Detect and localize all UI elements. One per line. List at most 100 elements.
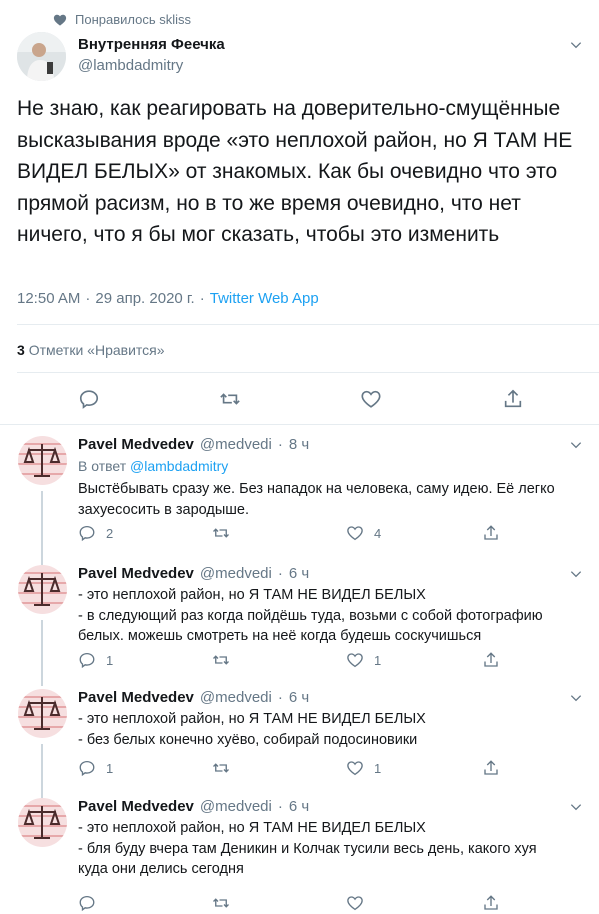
reply-icon <box>79 652 95 669</box>
reply-line: - это неплохой район, но Я ТАМ НЕ ВИДЕЛ … <box>78 711 426 727</box>
reply-text: - это неплохой район, но Я ТАМ НЕ ВИДЕЛ … <box>78 585 588 647</box>
reply-header: Pavel Medvedev @medvedi · 6 ч <box>78 565 310 582</box>
like-button[interactable] <box>358 386 384 412</box>
reply-button[interactable]: 2 <box>78 524 113 542</box>
thread-line <box>41 491 43 560</box>
reply-author-name[interactable]: Pavel Medvedev <box>78 689 194 706</box>
thread-line <box>41 620 43 686</box>
reply-author-handle[interactable]: @medvedi <box>200 798 272 815</box>
reply-button[interactable]: 1 <box>78 651 113 669</box>
meta-separator: · <box>199 290 205 307</box>
reply-tweet[interactable]: Pavel Medvedev @medvedi · 6 ч - это непл… <box>0 798 599 914</box>
reply-line: - бля буду вчера там Деникин и Колчак ту… <box>78 840 537 857</box>
share-button[interactable] <box>482 651 500 669</box>
chevron-down-icon[interactable] <box>569 38 583 52</box>
like-count: 1 <box>374 652 382 668</box>
reply-actions: 2 4 <box>78 524 518 544</box>
reply-time[interactable]: 8 ч <box>289 436 309 453</box>
reply-line: белых. можешь смотреть на неё когда буде… <box>78 628 482 644</box>
likes-summary[interactable]: 3 Отметки «Нравится» <box>17 342 165 358</box>
reply-icon <box>79 895 95 912</box>
thread-line <box>41 556 43 565</box>
chevron-down-icon[interactable] <box>569 567 583 581</box>
like-button[interactable] <box>346 894 364 912</box>
reply-time[interactable]: 6 ч <box>289 689 309 706</box>
tweet-meta: 12:50 AM · 29 апр. 2020 г. · Twitter Web… <box>17 290 319 307</box>
reply-avatar[interactable] <box>18 798 67 847</box>
heart-outline-icon <box>347 653 363 668</box>
reply-to-handle[interactable]: @lambdadmitry <box>130 458 228 474</box>
reply-header: Pavel Medvedev @medvedi · 6 ч <box>78 798 310 815</box>
likes-count: 3 <box>17 342 25 358</box>
tweet-date[interactable]: 29 апр. 2020 г. <box>95 290 194 307</box>
liked-by-context[interactable]: Понравилось skliss <box>53 12 191 27</box>
reply-actions: 1 1 <box>78 759 518 779</box>
author-avatar[interactable] <box>17 32 66 81</box>
retweet-button[interactable] <box>212 759 240 777</box>
reply-line: - в следующий раз когда пойдёшь туда, во… <box>78 607 543 624</box>
reply-avatar[interactable] <box>18 689 67 738</box>
share-icon <box>484 652 498 667</box>
share-button[interactable] <box>482 759 500 777</box>
reply-author-handle[interactable]: @medvedi <box>200 565 272 582</box>
heart-outline-icon <box>347 896 363 911</box>
author-name[interactable]: Внутренняя Феечка <box>78 36 225 53</box>
share-button[interactable] <box>482 894 500 912</box>
chevron-down-icon[interactable] <box>569 691 583 705</box>
reply-icon <box>79 525 95 542</box>
reply-icon <box>79 390 99 409</box>
thread-line <box>41 744 43 798</box>
reply-text: Выстёбывать сразу же. Без нападок на чел… <box>78 479 588 520</box>
reply-author-name[interactable]: Pavel Medvedev <box>78 565 194 582</box>
chevron-down-icon[interactable] <box>569 800 583 814</box>
reply-tweet[interactable]: Pavel Medvedev @medvedi · 8 ч В ответ @l… <box>0 436 599 560</box>
reply-tweet[interactable]: Pavel Medvedev @medvedi · 6 ч - это непл… <box>0 689 599 798</box>
reply-icon <box>79 760 95 777</box>
retweet-icon <box>213 898 229 908</box>
retweet-button[interactable] <box>212 894 230 912</box>
reply-avatar[interactable] <box>18 565 67 614</box>
liked-by-text: Понравилось skliss <box>75 12 192 27</box>
replying-to: В ответ @lambdadmitry <box>78 458 228 474</box>
retweet-icon <box>213 528 229 538</box>
reply-author-name[interactable]: Pavel Medvedev <box>78 798 194 815</box>
reply-line: Выстёбывать сразу же. Без нападок на чел… <box>78 481 555 497</box>
reply-count: 2 <box>106 525 114 541</box>
retweet-button[interactable] <box>212 651 240 669</box>
tweet-text: Не знаю, как реагировать на доверительно… <box>17 97 579 246</box>
tweet-source[interactable]: Twitter Web App <box>210 290 319 307</box>
heart-outline-icon <box>361 390 381 408</box>
reply-time[interactable]: 6 ч <box>289 565 309 582</box>
tweet-actions <box>0 386 599 412</box>
reply-author-handle[interactable]: @medvedi <box>200 436 272 453</box>
reply-header: Pavel Medvedev @medvedi · 8 ч <box>78 436 310 453</box>
like-count: 1 <box>374 760 382 776</box>
like-count: 4 <box>374 525 382 541</box>
retweet-button[interactable] <box>217 386 243 412</box>
reply-author-handle[interactable]: @medvedi <box>200 689 272 706</box>
share-icon <box>484 760 498 775</box>
divider <box>17 372 599 373</box>
reply-button[interactable]: 1 <box>78 759 113 777</box>
share-button[interactable] <box>482 524 500 542</box>
reply-tweet[interactable]: Pavel Medvedev @medvedi · 6 ч - это непл… <box>0 556 599 686</box>
retweet-button[interactable] <box>212 524 240 542</box>
reply-line: - это неплохой район, но Я ТАМ НЕ ВИДЕЛ … <box>78 820 426 836</box>
chevron-down-icon[interactable] <box>569 438 583 452</box>
reply-button[interactable] <box>76 386 102 412</box>
author-handle[interactable]: @lambdadmitry <box>78 57 183 74</box>
reply-time[interactable]: 6 ч <box>289 798 309 815</box>
like-button[interactable]: 1 <box>346 651 381 669</box>
divider <box>17 324 599 325</box>
reply-text: - это неплохой район, но Я ТАМ НЕ ВИДЕЛ … <box>78 818 588 880</box>
reply-avatar[interactable] <box>18 436 67 485</box>
like-button[interactable]: 1 <box>346 759 381 777</box>
reply-count: 1 <box>106 652 114 668</box>
reply-author-name[interactable]: Pavel Medvedev <box>78 436 194 453</box>
share-button[interactable] <box>500 386 526 412</box>
reply-to-prefix: В ответ <box>78 458 127 474</box>
reply-button[interactable] <box>78 894 96 912</box>
reply-count: 1 <box>106 760 114 776</box>
like-button[interactable]: 4 <box>346 524 381 542</box>
tweet-time[interactable]: 12:50 AM <box>17 290 80 307</box>
